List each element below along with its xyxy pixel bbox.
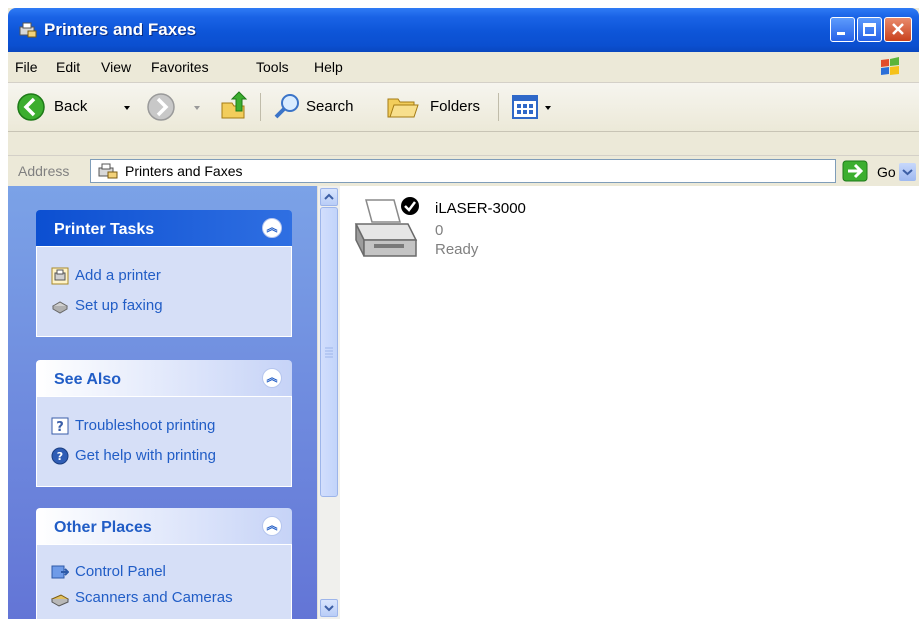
folders-icon [387, 98, 419, 118]
chevron-down-icon [902, 169, 913, 176]
other-places-header[interactable]: Other Places ︽ [36, 508, 292, 544]
printer-tasks-body: Add a printer Set up faxing [36, 246, 292, 337]
svg-text:?: ? [56, 420, 64, 435]
views-button[interactable] [510, 91, 556, 123]
fax-icon [51, 301, 69, 314]
printer-list: iLASER-3000 0 Ready [340, 186, 919, 619]
explorer-window: Printers and Faxes File Edit View Favori… [8, 8, 919, 619]
menu-file[interactable]: File [15, 59, 38, 75]
other-places-body: Control Panel Scanners and Cameras [36, 544, 292, 619]
printer-item[interactable]: iLASER-3000 0 Ready [350, 196, 580, 268]
go-arrow-icon[interactable] [842, 160, 868, 182]
svg-text:?: ? [57, 450, 63, 463]
scroll-down-button[interactable] [320, 599, 338, 617]
printer-tasks-title: Printer Tasks [54, 221, 155, 238]
back-arrow-icon [17, 93, 45, 121]
back-button[interactable]: Back [14, 91, 134, 123]
question-icon: ? [51, 417, 69, 435]
close-icon [892, 23, 904, 35]
other-places-title: Other Places [54, 519, 152, 536]
help-icon: ? [51, 447, 69, 465]
chevron-down-icon [124, 106, 130, 110]
scroll-thumb[interactable] [320, 207, 338, 497]
printer-name: iLASER-3000 [435, 200, 526, 217]
menu-favorites[interactable]: Favorites [151, 59, 209, 75]
search-icon [274, 94, 299, 119]
folders-button[interactable]: Folders [386, 91, 486, 123]
toolbar: Back Search Folders [8, 83, 919, 132]
see-also-title: See Also [54, 371, 121, 388]
chevron-up-icon [324, 193, 334, 200]
folders-label: Folders [430, 98, 481, 115]
menu-view[interactable]: View [101, 59, 131, 75]
toolbar-separator [260, 93, 261, 121]
go-button[interactable]: Go [877, 164, 896, 180]
close-button[interactable] [884, 17, 912, 42]
collapse-icon[interactable]: ︽ [262, 218, 282, 238]
title-bar[interactable]: Printers and Faxes [8, 8, 919, 52]
scanner-icon [51, 594, 69, 607]
see-also-header[interactable]: See Also ︽ [36, 360, 292, 396]
minimize-icon [837, 32, 845, 35]
address-dropdown-button[interactable] [899, 163, 916, 181]
maximize-button[interactable] [857, 17, 882, 42]
control-panel-icon [51, 565, 69, 579]
collapse-icon[interactable]: ︽ [262, 368, 282, 388]
collapse-icon[interactable]: ︽ [262, 516, 282, 536]
chevron-down-icon [194, 106, 200, 110]
maximize-icon [863, 23, 876, 36]
up-button[interactable] [218, 91, 250, 123]
toolbar-separator [498, 93, 499, 121]
task-pane: Printer Tasks ︽ Add a printer Set up fax… [8, 186, 317, 619]
menu-tools[interactable]: Tools [256, 59, 289, 75]
printer-status: Ready [435, 241, 479, 258]
printer-documents: 0 [435, 222, 444, 239]
check-icon [401, 197, 419, 215]
chevron-down-icon [324, 605, 334, 612]
address-label: Address [18, 163, 70, 179]
views-icon [512, 95, 538, 119]
task-pane-scrollbar[interactable] [317, 186, 340, 619]
back-label: Back [54, 98, 88, 115]
printer-tasks-header[interactable]: Printer Tasks ︽ [36, 210, 292, 246]
scroll-up-button[interactable] [320, 188, 338, 206]
menu-bar: File Edit View Favorites Tools Help [8, 52, 919, 83]
up-folder-icon [221, 91, 248, 119]
menu-edit[interactable]: Edit [56, 59, 80, 75]
add-printer-icon [51, 267, 69, 285]
search-label: Search [306, 98, 354, 115]
printer-fax-icon [19, 22, 37, 38]
forward-button[interactable] [144, 91, 204, 123]
address-value: Printers and Faxes [125, 163, 243, 179]
address-input[interactable]: Printers and Faxes [90, 159, 916, 183]
address-bar: Address Printers and Faxes Go [8, 155, 919, 186]
see-also-body: ? Troubleshoot printing ? Get help with … [36, 396, 292, 487]
windows-logo-icon [881, 57, 899, 75]
chevron-down-icon [545, 106, 551, 110]
window-title: Printers and Faxes [44, 20, 197, 39]
minimize-button[interactable] [830, 17, 855, 42]
printer-fax-icon [98, 163, 118, 179]
forward-arrow-icon [147, 93, 175, 121]
menu-help[interactable]: Help [314, 59, 343, 75]
grip-icon [325, 347, 333, 358]
search-button[interactable]: Search [272, 91, 372, 123]
